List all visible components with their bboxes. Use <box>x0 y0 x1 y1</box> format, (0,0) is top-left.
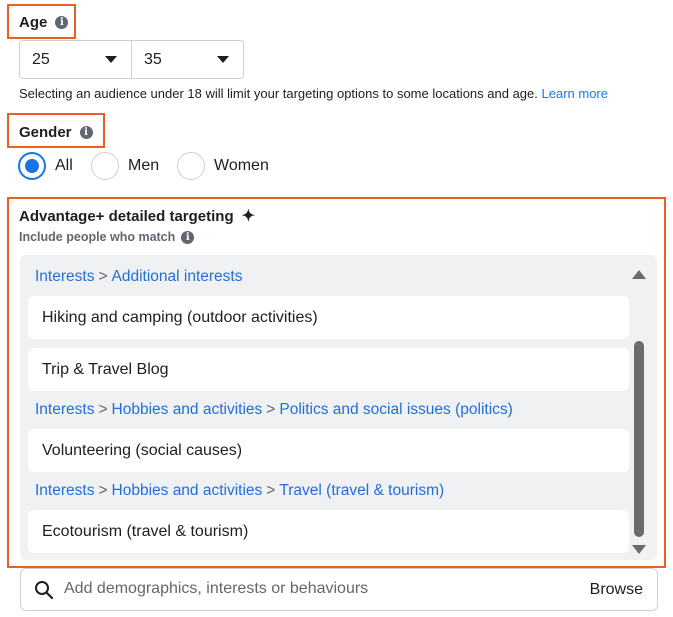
detailed-targeting-subtitle: Include people who match <box>19 230 176 244</box>
breadcrumb-separator: > <box>98 401 108 418</box>
age-info-icon[interactable]: i <box>55 16 69 29</box>
detailed-targeting-subtitle-row: Include people who match i <box>19 230 195 244</box>
gender-radio-women[interactable] <box>177 152 205 180</box>
gender-option-women[interactable]: Women <box>177 152 269 180</box>
breadcrumb-link[interactable]: Interests <box>35 268 94 285</box>
age-max-caret-icon <box>217 56 229 63</box>
breadcrumb-separator: > <box>98 482 108 499</box>
browse-button[interactable]: Browse <box>590 581 643 599</box>
breadcrumb-link[interactable]: Hobbies and activities <box>112 482 263 499</box>
scroll-up-arrow-icon[interactable] <box>632 270 646 279</box>
breadcrumb-separator: > <box>266 482 276 499</box>
targeting-item-label: Hiking and camping (outdoor activities) <box>42 308 318 326</box>
breadcrumb-additional-interests: Interests > Additional interests <box>35 268 242 286</box>
breadcrumb-link[interactable]: Hobbies and activities <box>112 401 263 418</box>
gender-label: Gender <box>19 124 72 141</box>
scrollbar-thumb[interactable] <box>634 341 644 537</box>
breadcrumb-link[interactable]: Interests <box>35 401 94 418</box>
age-min-select[interactable]: 25 <box>19 40 132 79</box>
targeting-item-label: Trip & Travel Blog <box>42 360 169 378</box>
breadcrumb-link[interactable]: Travel (travel & tourism) <box>279 482 444 499</box>
targeting-item-label: Volunteering (social causes) <box>42 441 243 459</box>
gender-radio-men[interactable] <box>91 152 119 180</box>
age-label-row: Age i <box>19 14 69 31</box>
gender-option-men[interactable]: Men <box>91 152 159 180</box>
breadcrumb-separator: > <box>266 401 276 418</box>
search-icon <box>35 581 54 600</box>
breadcrumb-politics: Interests > Hobbies and activities > Politic… <box>35 401 513 419</box>
breadcrumb-link[interactable]: Politics and social issues (politics) <box>279 401 512 418</box>
breadcrumb-separator: > <box>98 268 108 285</box>
detailed-targeting-info-icon[interactable]: i <box>181 230 195 244</box>
gender-option-women-label: Women <box>214 157 269 174</box>
gender-option-all[interactable]: All <box>18 152 73 180</box>
targeting-item-trip-travel-blog[interactable]: Trip & Travel Blog <box>28 348 629 391</box>
breadcrumb-link[interactable]: Interests <box>35 482 94 499</box>
breadcrumb-link[interactable]: Additional interests <box>112 268 243 285</box>
breadcrumb-travel: Interests > Hobbies and activities > Travel … <box>35 482 444 500</box>
selected-targeting-list[interactable]: Interests > Additional interests Hiking an… <box>20 255 657 560</box>
age-max-select[interactable]: 35 <box>131 40 244 79</box>
age-max-value: 35 <box>144 50 162 68</box>
age-note-text: Selecting an audience under 18 will limi… <box>19 86 538 101</box>
scroll-down-arrow-icon[interactable] <box>632 545 646 554</box>
detailed-targeting-title: Advantage+ detailed targeting <box>19 207 234 225</box>
age-note: Selecting an audience under 18 will limi… <box>19 86 608 101</box>
gender-option-men-label: Men <box>128 157 160 174</box>
age-min-caret-icon <box>105 56 117 63</box>
learn-more-link[interactable]: Learn more <box>542 86 608 101</box>
detailed-targeting-title-row: Advantage+ detailed targeting ✦ <box>19 206 255 226</box>
targeting-item-hiking-camping[interactable]: Hiking and camping (outdoor activities) <box>28 296 629 339</box>
targeting-search-box[interactable]: Browse <box>20 568 658 611</box>
gender-info-icon[interactable]: i <box>79 126 93 139</box>
gender-option-all-label: All <box>55 157 73 174</box>
age-label: Age <box>19 14 48 31</box>
targeting-item-label: Ecotourism (travel & tourism) <box>42 522 249 540</box>
targeting-search-input[interactable] <box>64 580 564 598</box>
gender-radio-all[interactable] <box>18 152 46 180</box>
gender-label-row: Gender i <box>19 124 93 141</box>
targeting-item-volunteering[interactable]: Volunteering (social causes) <box>28 429 629 472</box>
age-min-value: 25 <box>32 50 50 68</box>
targeting-item-ecotourism[interactable]: Ecotourism (travel & tourism) <box>28 510 629 553</box>
sparkle-icon: ✦ <box>241 208 256 225</box>
